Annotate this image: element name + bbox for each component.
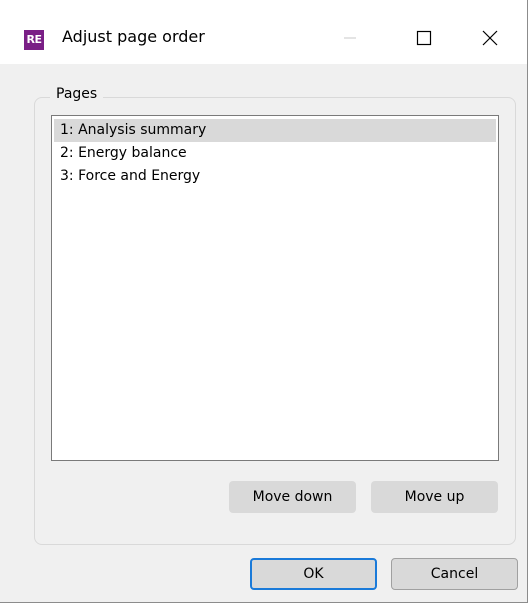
dialog-window: RE Adjust page order Pages 1: Analysis s…	[0, 0, 528, 603]
ok-button[interactable]: OK	[250, 558, 377, 590]
close-icon	[482, 30, 498, 46]
title-bar[interactable]: RE Adjust page order	[0, 0, 527, 64]
move-up-button[interactable]: Move up	[371, 481, 498, 513]
minimize-icon	[344, 37, 356, 39]
pages-listbox[interactable]: 1: Analysis summary 2: Energy balance 3:…	[51, 115, 499, 461]
list-item-label: 3: Force and Energy	[60, 168, 201, 184]
window-title: Adjust page order	[62, 27, 205, 46]
pages-group-label: Pages	[50, 86, 104, 102]
cancel-button[interactable]: Cancel	[391, 558, 518, 590]
list-item[interactable]: 2: Energy balance	[54, 142, 496, 165]
close-button[interactable]	[468, 18, 512, 58]
maximize-button[interactable]	[402, 18, 446, 58]
minimize-button[interactable]	[328, 18, 372, 58]
list-item-label: 1: Analysis summary	[60, 122, 207, 138]
maximize-icon	[416, 30, 432, 46]
app-logo-icon: RE	[24, 30, 44, 50]
list-item-label: 2: Energy balance	[60, 145, 187, 161]
move-down-button[interactable]: Move down	[229, 481, 356, 513]
list-item[interactable]: 1: Analysis summary	[54, 119, 496, 142]
list-item[interactable]: 3: Force and Energy	[54, 165, 496, 188]
